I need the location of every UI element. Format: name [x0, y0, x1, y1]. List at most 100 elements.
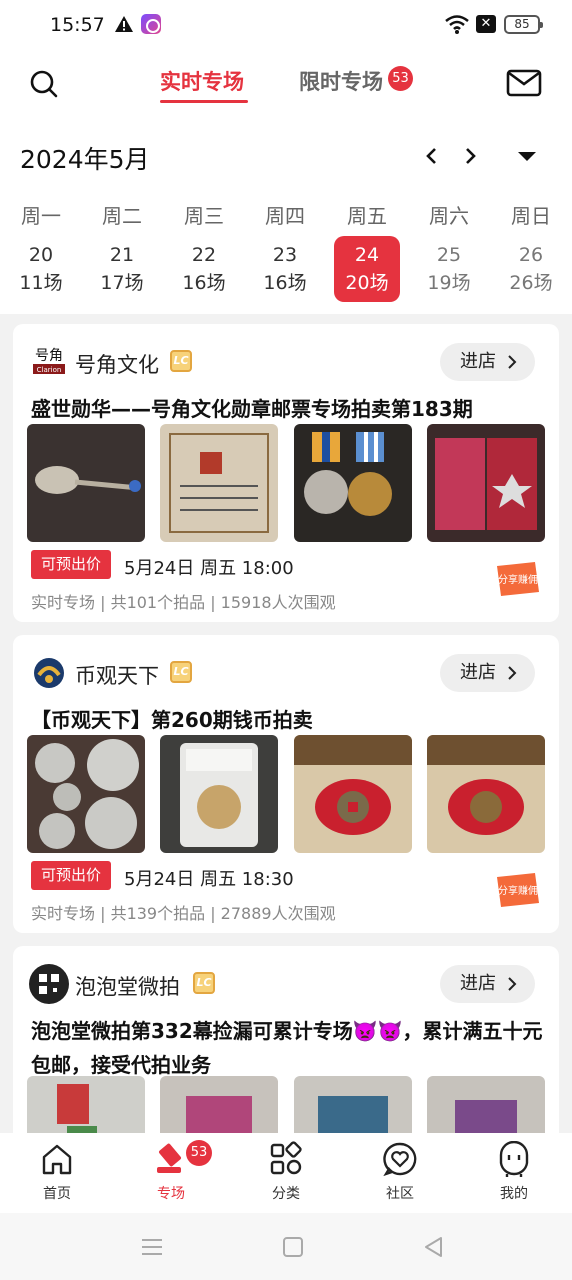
lot-thumbnail-certificate[interactable] [160, 424, 278, 542]
battery-icon: 85 [504, 15, 543, 34]
next-week-icon[interactable] [458, 142, 482, 170]
day-number: 22 [191, 244, 217, 266]
enter-shop-button[interactable]: 进店 [440, 965, 535, 1003]
lot-thumbnail-medals[interactable] [294, 424, 412, 542]
calendar-day[interactable]: 20 11场 [8, 236, 74, 302]
app-notification-icon [141, 14, 161, 34]
shop-name[interactable]: 币观天下 [75, 660, 159, 690]
lot-thumbnail-slabbed-coin[interactable] [160, 735, 278, 853]
weekday-label: 周二 [102, 204, 142, 228]
back-icon[interactable] [420, 1233, 448, 1261]
day-session-count: 20场 [345, 272, 389, 294]
recent-apps-icon[interactable] [138, 1233, 166, 1261]
category-icon [270, 1141, 302, 1175]
chevron-right-icon [508, 977, 517, 991]
nav-auction-badge: 53 [186, 1140, 212, 1166]
mail-icon[interactable] [505, 64, 543, 102]
limited-tab-badge: 53 [388, 66, 413, 91]
auction-card[interactable]: 号角 Clarion 号角文化 LC 进店 盛世勋华——号角文化勋章邮票专场拍卖… [13, 324, 559, 622]
enter-shop-label: 进店 [460, 662, 496, 683]
day-session-count: 11场 [19, 272, 63, 294]
weekday-label: 周一 [21, 204, 61, 228]
auction-start-time: 5月24日 周五 18:30 [124, 869, 294, 890]
day-number: 20 [28, 244, 54, 266]
nav-category[interactable]: 分类 [236, 1133, 336, 1213]
day-number: 21 [109, 244, 135, 266]
calendar-day-selected[interactable]: 24 20场 [334, 236, 400, 302]
lot-thumbnail-coins[interactable] [27, 735, 145, 853]
weekday-label: 周四 [265, 204, 305, 228]
share-earn-icon[interactable]: 分享赚佣 [493, 560, 543, 598]
nav-label: 专场 [157, 1186, 185, 1202]
calendar-day[interactable]: 25 19场 [416, 236, 482, 302]
weekday-label: 周六 [429, 204, 469, 228]
day-number: 24 [354, 244, 380, 266]
auction-title[interactable]: 【币观天下】第260期钱币拍卖 [31, 703, 551, 737]
nav-home[interactable]: 首页 [7, 1133, 107, 1213]
day-session-count: 16场 [263, 272, 307, 294]
day-number: 26 [518, 244, 544, 266]
shop-name[interactable]: 号角文化 [75, 349, 159, 379]
expand-calendar-icon[interactable] [514, 146, 540, 166]
day-number: 25 [436, 244, 462, 266]
share-earn-icon[interactable]: 分享赚佣 [493, 871, 543, 909]
lot-thumbnail-star-order[interactable] [427, 424, 545, 542]
lot-thumbnail-cash-coin[interactable] [427, 735, 545, 853]
shop-level-badge: LC [170, 350, 192, 372]
search-icon[interactable] [24, 64, 64, 104]
auction-start-time: 5月24日 周五 18:00 [124, 558, 294, 579]
shop-level-badge: LC [170, 661, 192, 683]
pre-bid-tag: 可预出价 [31, 550, 111, 579]
enter-shop-button[interactable]: 进店 [440, 343, 535, 381]
day-session-count: 26场 [509, 272, 553, 294]
chevron-right-icon [508, 355, 517, 369]
auction-title[interactable]: 盛世勋华——号角文化勋章邮票专场拍卖第183期 [31, 392, 551, 426]
auction-card[interactable]: 泡泡堂微拍 LC 进店 泡泡堂微拍第332幕捡漏可累计专场👿👿，累计满五十元包邮… [13, 946, 559, 1146]
active-tab-indicator [160, 100, 248, 103]
chevron-right-icon [508, 666, 517, 680]
weekday-label: 周三 [184, 204, 224, 228]
auction-title[interactable]: 泡泡堂微拍第332幕捡漏可累计专场👿👿，累计满五十元包邮，接受代拍业务 [31, 1014, 551, 1082]
calendar-day[interactable]: 21 17场 [89, 236, 155, 302]
svg-text:Clarion: Clarion [37, 366, 62, 374]
nav-community[interactable]: 社区 [350, 1133, 450, 1213]
day-session-count: 19场 [427, 272, 471, 294]
calendar-day[interactable]: 26 26场 [498, 236, 564, 302]
nav-label: 我的 [500, 1186, 528, 1202]
enter-shop-label: 进店 [460, 973, 496, 994]
enter-shop-button[interactable]: 进店 [440, 654, 535, 692]
lot-thumbnail-cash-coin[interactable] [294, 735, 412, 853]
status-time: 15:57 [50, 14, 105, 36]
auction-meta: 实时专场 | 共101个拍品 | 15918人次围观 [31, 593, 336, 612]
svg-text:号角: 号角 [35, 348, 63, 364]
shop-logo: 号角 Clarion [29, 342, 69, 382]
bottom-nav: 首页 专场 53 分类 社区 我的 [0, 1133, 572, 1213]
weekday-label: 周日 [511, 204, 551, 228]
auction-gavel-icon [157, 1143, 181, 1173]
profile-icon [499, 1141, 529, 1177]
day-session-count: 17场 [100, 272, 144, 294]
previous-week-icon[interactable] [420, 142, 444, 170]
calendar-day[interactable]: 22 16场 [171, 236, 237, 302]
home-icon [42, 1144, 72, 1175]
shop-name[interactable]: 泡泡堂微拍 [75, 971, 180, 1001]
lot-thumbnail-spoon[interactable] [27, 424, 145, 542]
warning-icon [115, 16, 133, 32]
shop-logo [29, 964, 69, 1004]
nav-label: 分类 [272, 1186, 300, 1202]
day-session-count: 16场 [182, 272, 226, 294]
tab-live-auction[interactable]: 实时专场 [160, 66, 244, 96]
share-label: 分享赚佣 [498, 573, 538, 586]
home-button-icon[interactable] [279, 1233, 307, 1261]
weekday-label: 周五 [347, 204, 387, 228]
no-sim-icon: ✕ [476, 15, 496, 33]
nav-profile[interactable]: 我的 [464, 1133, 564, 1213]
auction-card[interactable]: 币观天下 LC 进店 【币观天下】第260期钱币拍卖 可预出价 5月24日 周五 [13, 635, 559, 933]
community-heart-icon [383, 1142, 417, 1177]
pre-bid-tag: 可预出价 [31, 861, 111, 890]
system-nav-bar [0, 1213, 572, 1280]
calendar-day[interactable]: 23 16场 [252, 236, 318, 302]
month-label: 2024年5月 [20, 145, 150, 174]
tab-limited-auction[interactable]: 限时专场 [299, 66, 383, 96]
status-bar: 15:57 ✕ 85 [0, 0, 572, 52]
